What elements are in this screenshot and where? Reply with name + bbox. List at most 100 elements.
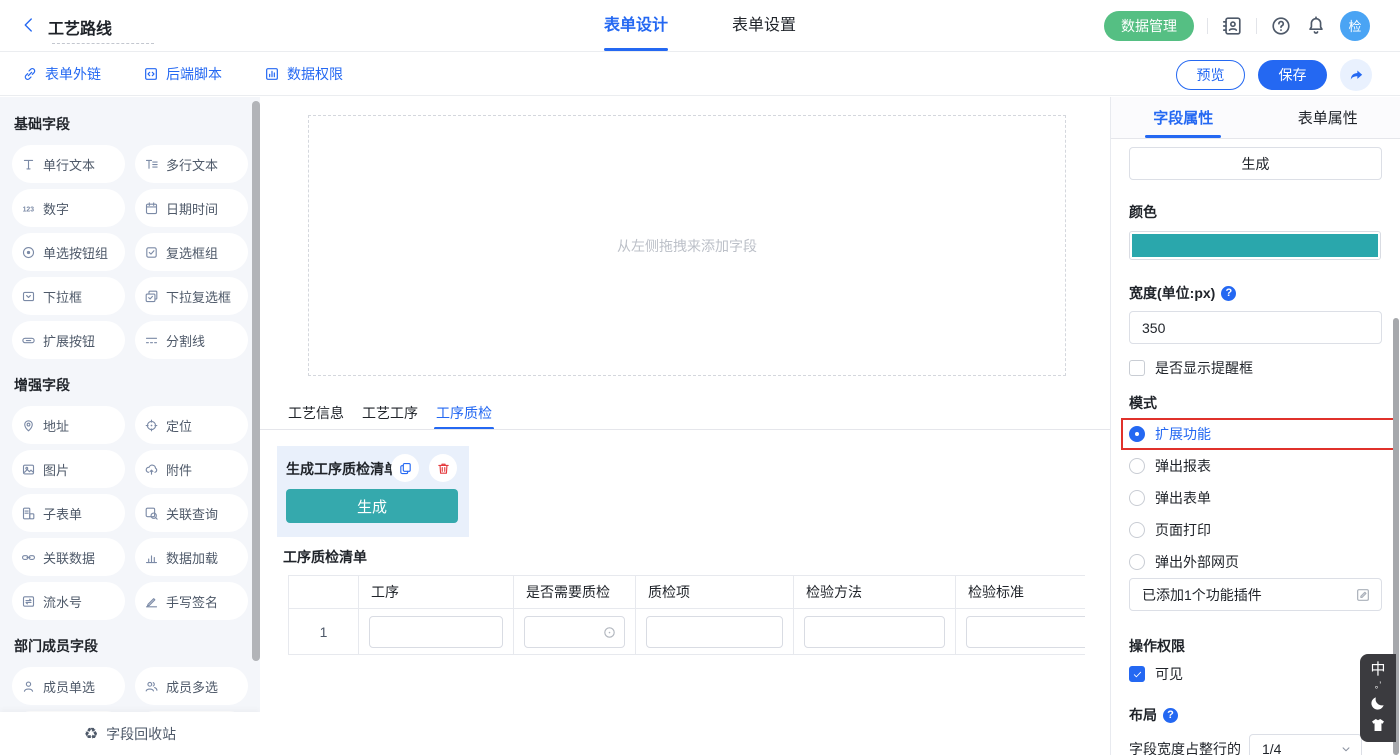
target-icon <box>144 418 159 433</box>
mode-label: 模式 <box>1129 393 1157 413</box>
mode-option-4[interactable]: 弹出外部网页 <box>1129 546 1381 578</box>
header-tab-1[interactable]: 表单设置 <box>732 0 796 51</box>
field-pill[interactable]: 单行文本 <box>12 145 125 183</box>
preview-button[interactable]: 预览 <box>1176 60 1245 90</box>
reminder-checkbox-row[interactable]: 是否显示提醒框 <box>1129 358 1253 378</box>
field-pill[interactable]: 成员多选 <box>135 667 248 705</box>
radio-unselected[interactable] <box>1129 554 1145 570</box>
column-header-4: 检验标准 <box>956 576 1086 609</box>
field-pill[interactable]: 地址 <box>12 406 125 444</box>
width-help-icon[interactable]: ? <box>1221 286 1236 301</box>
data-manage-button[interactable]: 数据管理 <box>1104 11 1194 41</box>
radio-unselected[interactable] <box>1129 458 1145 474</box>
copy-icon <box>398 461 413 476</box>
field-pill[interactable]: 流水号 <box>12 582 125 620</box>
visible-checkbox[interactable] <box>1129 666 1145 682</box>
field-pill[interactable]: 数据加载 <box>135 538 248 576</box>
help-icon[interactable] <box>1270 15 1292 37</box>
field-pill[interactable]: 子表单 <box>12 494 125 532</box>
back-icon[interactable] <box>20 16 38 34</box>
radio-selected[interactable] <box>1129 426 1145 442</box>
ime-punctuation-toggle[interactable]: 。’ <box>1375 681 1382 690</box>
properties-panel: 字段属性表单属性 生成 颜色 宽度(单位:px) ? 350 是否显示提醒框 模… <box>1110 97 1400 755</box>
form-canvas: 从左侧拖拽来添加字段 工艺信息工艺工序工序质检 生成工序质检清单 生成 工序质检… <box>260 97 1110 755</box>
drop-zone[interactable]: 从左侧拖拽来添加字段 <box>308 115 1066 376</box>
color-picker[interactable] <box>1129 231 1381 260</box>
field-recycle-bin[interactable]: ♻ 字段回收站 <box>0 712 260 755</box>
field-width-select[interactable]: 1/4 <box>1249 734 1362 755</box>
toolbar-link-1[interactable]: 后端脚本 <box>143 64 222 84</box>
share-button[interactable] <box>1340 59 1372 91</box>
header-actions: 数据管理 检 <box>1104 0 1370 51</box>
number-icon: 123 <box>21 201 36 216</box>
delete-field-button[interactable] <box>429 454 457 482</box>
form-section-tab-1[interactable]: 工艺工序 <box>362 396 418 430</box>
page-title[interactable]: 工艺路线 <box>48 15 112 39</box>
save-button[interactable]: 保存 <box>1258 60 1327 90</box>
field-pill[interactable]: 单选按钮组 <box>12 233 125 271</box>
ime-language-toggle[interactable]: 中 <box>1370 662 1385 677</box>
reminder-checkbox[interactable] <box>1129 360 1145 376</box>
calendar-icon <box>144 201 159 216</box>
contacts-icon[interactable] <box>1221 15 1243 37</box>
dark-mode-moon-icon[interactable] <box>1369 694 1387 712</box>
related-query-icon <box>144 506 159 521</box>
mode-option-1[interactable]: 弹出报表 <box>1129 450 1381 482</box>
cell-input[interactable] <box>646 616 783 648</box>
field-pill[interactable]: 复选框组 <box>135 233 248 271</box>
radio-unselected[interactable] <box>1129 490 1145 506</box>
mode-option-0[interactable]: 扩展功能 <box>1129 418 1381 450</box>
share-icon <box>1348 67 1365 84</box>
field-pill[interactable]: 关联数据 <box>12 538 125 576</box>
toolbar-link-0[interactable]: 表单外链 <box>22 64 101 84</box>
field-pill[interactable]: 下拉框 <box>12 277 125 315</box>
skin-shirt-icon[interactable] <box>1369 716 1387 734</box>
form-section-tab-0[interactable]: 工艺信息 <box>288 396 344 430</box>
mode-option-2[interactable]: 弹出表单 <box>1129 482 1381 514</box>
multiline-icon <box>144 157 159 172</box>
radio-unselected[interactable] <box>1129 522 1145 538</box>
field-pill[interactable]: 123数字 <box>12 189 125 227</box>
field-pill[interactable]: 下拉复选框 <box>135 277 248 315</box>
field-pill[interactable]: 手写签名 <box>135 582 248 620</box>
reminder-label: 是否显示提醒框 <box>1155 358 1253 378</box>
field-label: 生成工序质检清单 <box>286 459 398 479</box>
properties-tab-1[interactable]: 表单属性 <box>1256 97 1400 138</box>
visible-checkbox-row[interactable]: 可见 <box>1129 664 1183 684</box>
button-name-input[interactable]: 生成 <box>1129 147 1382 180</box>
field-width-label: 字段宽度占整行的 <box>1129 739 1241 755</box>
field-pill[interactable]: 成员单选 <box>12 667 125 705</box>
field-pill[interactable]: 分割线 <box>135 321 248 359</box>
cell-input[interactable] <box>966 616 1085 648</box>
selected-field-card[interactable]: 生成工序质检清单 生成 <box>277 446 469 537</box>
cell-input[interactable] <box>804 616 945 648</box>
layout-help-icon[interactable]: ? <box>1163 708 1178 723</box>
properties-tab-0[interactable]: 字段属性 <box>1111 97 1256 138</box>
notifications-bell-icon[interactable] <box>1305 15 1327 37</box>
copy-field-button[interactable] <box>391 454 419 482</box>
cell-input[interactable] <box>524 616 625 648</box>
column-header-2: 质检项 <box>636 576 794 609</box>
field-pill[interactable]: 扩展按钮 <box>12 321 125 359</box>
field-pill[interactable]: 多行文本 <box>135 145 248 183</box>
header-tabs: 表单设计 表单设置 <box>604 0 796 51</box>
field-pill[interactable]: 关联查询 <box>135 494 248 532</box>
mode-option-3[interactable]: 页面打印 <box>1129 514 1381 546</box>
plugin-input[interactable]: 已添加1个功能插件 <box>1129 578 1382 611</box>
width-input[interactable]: 350 <box>1129 311 1382 344</box>
form-section-tab-2[interactable]: 工序质检 <box>436 396 492 430</box>
attachment-icon <box>144 462 159 477</box>
generate-button[interactable]: 生成 <box>286 489 458 523</box>
header-tab-0[interactable]: 表单设计 <box>604 0 668 51</box>
cell-input[interactable] <box>369 616 503 648</box>
field-pill[interactable]: 定位 <box>135 406 248 444</box>
avatar[interactable]: 检 <box>1340 11 1370 41</box>
field-pill[interactable]: 图片 <box>12 450 125 488</box>
column-header-1: 是否需要质检 <box>514 576 636 609</box>
edit-plugin-icon[interactable] <box>1355 587 1371 603</box>
field-pill[interactable]: 附件 <box>135 450 248 488</box>
field-pill[interactable]: 日期时间 <box>135 189 248 227</box>
toolbar-link-2[interactable]: 数据权限 <box>264 64 343 84</box>
sidebar-scrollbar[interactable] <box>252 101 260 661</box>
toolbar-links: 表单外链 后端脚本 数据权限 <box>22 53 343 95</box>
